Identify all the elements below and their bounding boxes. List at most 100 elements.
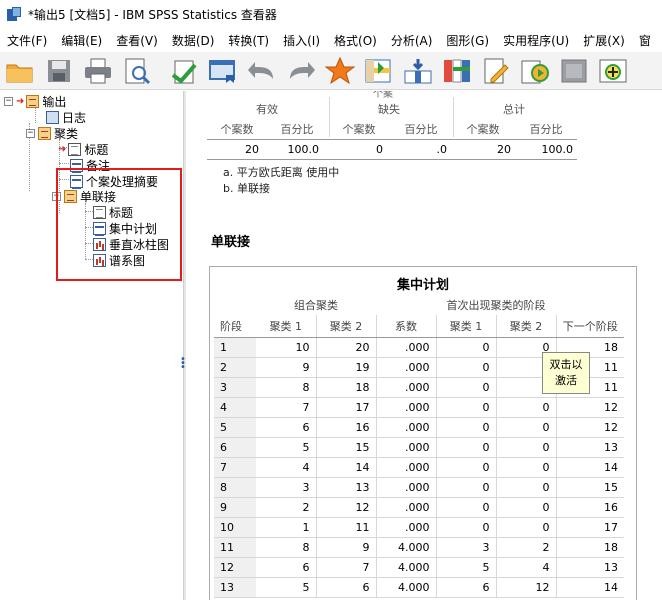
spss-app-icon (6, 6, 22, 22)
collapse-icon[interactable]: − (4, 96, 13, 106)
column-header: 聚类 2 (316, 315, 377, 338)
table-cell: .000 (376, 437, 437, 458)
stage-cell: 12 (214, 557, 256, 578)
subheader: 个案数 (342, 123, 376, 136)
table-cell: .000 (376, 397, 437, 418)
table-cell: 12 (556, 397, 624, 418)
table-cell: 0 (496, 497, 557, 518)
table-cell: 16 (316, 417, 377, 438)
table-cell: 20 (497, 143, 511, 156)
menu-file[interactable]: 文件(F) (0, 32, 54, 49)
menu-view[interactable]: 查看(V) (109, 32, 165, 49)
table-cell: 0 (496, 437, 557, 458)
title-icon (68, 142, 82, 156)
agglomeration-table[interactable]: 集中计划 组合聚类 首次出现聚类的阶段 阶段 聚类 1 聚类 2 系数 聚类 1… (209, 266, 637, 600)
menu-window[interactable]: 窗 (632, 32, 658, 49)
recall-dialog-icon[interactable] (207, 56, 239, 86)
log-icon (46, 110, 59, 124)
group-missing: 缺失 (378, 103, 400, 116)
table-cell: 7 (316, 557, 377, 578)
table-cell: 15 (316, 437, 377, 458)
table-cell: 0 (496, 417, 557, 438)
tree-node-log[interactable]: 日志 (46, 109, 86, 125)
redo-icon[interactable] (285, 56, 317, 86)
column-header: 聚类 2 (496, 315, 557, 338)
goto-case-icon[interactable] (363, 56, 395, 86)
cluster-book-icon (38, 126, 51, 140)
table-footnotes: a. 平方欧氏距离 使用中 b. 单联接 (223, 165, 339, 197)
stage-cell: 11 (214, 537, 256, 558)
output-book-icon (26, 94, 40, 108)
subheader: 百分比 (529, 123, 563, 136)
table-cell: 2 (256, 497, 317, 518)
table-cell: .000 (376, 477, 437, 498)
table-cell: 0 (496, 517, 557, 538)
table-cell: .000 (376, 517, 437, 538)
table-cell: 6 (256, 417, 317, 438)
table-row: 11 8 9 4.000 3 2 18 (214, 537, 624, 558)
table-cell: 10 (256, 337, 317, 358)
table-cell: 100.0 (541, 143, 574, 156)
table-cell: 14 (556, 577, 624, 598)
table-cell: 0 (436, 497, 497, 518)
table-cell: 15 (556, 477, 624, 498)
save-icon[interactable] (43, 56, 75, 86)
undo-icon[interactable] (246, 56, 278, 86)
menu-bar: 文件(F) 编辑(E) 查看(V) 数据(D) 转换(T) 插入(I) 格式(O… (0, 28, 662, 52)
column-header: 聚类 1 (256, 315, 317, 338)
subheader: 个案数 (220, 123, 254, 136)
insert-output-icon[interactable] (597, 56, 629, 86)
table-row: 12 6 7 4.000 5 4 13 (214, 557, 624, 578)
variables-icon[interactable] (441, 56, 473, 86)
pane-splitter[interactable] (183, 91, 186, 600)
menu-extensions[interactable]: 扩展(X) (576, 32, 632, 49)
print-preview-icon[interactable] (121, 56, 153, 86)
tree-node-cluster[interactable]: − 聚类 (26, 125, 78, 141)
table-cell: 11 (316, 517, 377, 538)
goto-variable-icon[interactable] (402, 56, 434, 86)
table-cell: 4.000 (376, 577, 437, 598)
menu-graphs[interactable]: 图形(G) (439, 32, 496, 49)
table-cell: 5 (256, 577, 317, 598)
table-cell: 0 (436, 437, 497, 458)
table-cell: 17 (556, 517, 624, 538)
splitter-grip-icon[interactable]: • • • (180, 355, 186, 373)
show-all-icon[interactable] (558, 56, 590, 86)
menu-analyze[interactable]: 分析(A) (384, 32, 440, 49)
table-cell: 17 (316, 397, 377, 418)
menu-data[interactable]: 数据(D) (165, 32, 222, 49)
table-cell: 4.000 (376, 557, 437, 578)
table-cell: 18 (316, 377, 377, 398)
column-header: 聚类 1 (436, 315, 497, 338)
title-bar: *输出5 [文档5] - IBM SPSS Statistics 查看器 (0, 0, 662, 28)
table-cell: 12 (556, 417, 624, 438)
table-cell: 0 (436, 477, 497, 498)
tree-node-cluster-title[interactable]: ➜ 标题 (58, 141, 108, 157)
table-cell: 3 (436, 537, 497, 558)
table-cell: 0 (496, 457, 557, 478)
open-icon[interactable] (4, 56, 36, 86)
collapse-icon[interactable]: − (26, 128, 35, 138)
designate-window-icon[interactable] (519, 56, 551, 86)
menu-insert[interactable]: 插入(I) (276, 32, 327, 49)
menu-transform[interactable]: 转换(T) (221, 32, 276, 49)
menu-edit[interactable]: 编辑(E) (54, 32, 109, 49)
table-cell: 16 (556, 497, 624, 518)
table-cell: 4.000 (376, 537, 437, 558)
tree-node-output[interactable]: − ➜ 输出 (4, 93, 66, 109)
create-title-icon[interactable] (480, 56, 512, 86)
current-arrow-icon: ➜ (58, 143, 67, 155)
print-icon[interactable] (82, 56, 114, 86)
menu-utilities[interactable]: 实用程序(U) (496, 32, 576, 49)
footnote-a: a. 平方欧氏距离 使用中 (223, 166, 340, 179)
table-cell: 0 (376, 143, 383, 156)
table-cell: 20 (316, 337, 377, 358)
export-icon[interactable] (168, 56, 200, 86)
table-cell: .000 (376, 337, 437, 358)
column-header: 阶段 (214, 315, 256, 338)
goto-data-icon[interactable] (324, 56, 356, 86)
menu-format[interactable]: 格式(O) (327, 32, 384, 49)
table-row: 13 5 6 4.000 6 12 14 (214, 577, 624, 598)
subheader: 个案数 (466, 123, 500, 136)
table-cell: 20 (245, 143, 259, 156)
